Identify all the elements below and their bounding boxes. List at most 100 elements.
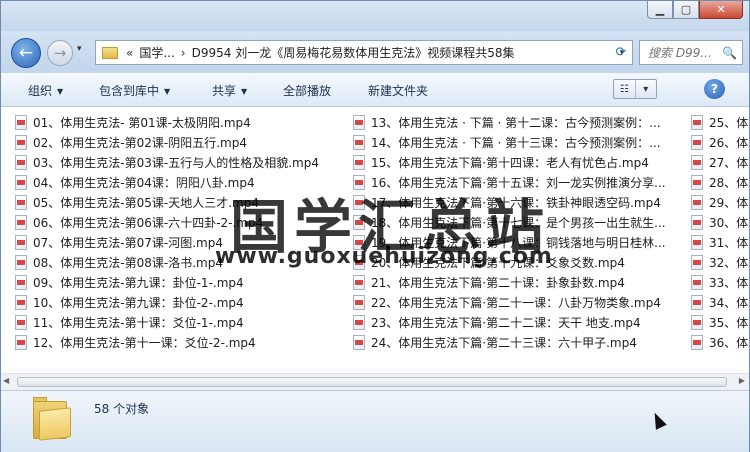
file-item[interactable]: 32、体 — [691, 252, 749, 272]
file-item[interactable]: 07、体用生克法-第07课-河图.mp4 — [15, 232, 337, 252]
file-item[interactable]: 26、体 — [691, 132, 749, 152]
help-button[interactable]: ? — [704, 79, 725, 99]
back-button[interactable]: ← — [11, 38, 41, 68]
file-item[interactable]: 22、体用生克法下篇·第二十一课：八卦万物类象.mp4 — [353, 292, 683, 312]
close-button[interactable]: ✕ — [699, 1, 743, 19]
play-all-button[interactable]: 全部播放 — [283, 82, 331, 99]
video-file-icon — [353, 274, 365, 290]
file-item[interactable]: 06、体用生克法-第06课-六十四卦-2-.mp4 — [15, 212, 337, 232]
file-name: 16、体用生克法下篇·第十五课：刘一龙实例推演分享... — [371, 175, 666, 190]
file-item[interactable]: 25、体 — [691, 112, 749, 132]
refresh-button[interactable]: ⟳ — [609, 40, 633, 65]
file-name: 13、体用生克法 · 下篇 · 第十二课：古今预测案例：... — [371, 115, 661, 130]
file-item[interactable]: 19、体用生克法下篇·第十八课：铜钱落地与明日桂林... — [353, 232, 683, 252]
view-options-icon: ☷ — [614, 80, 636, 98]
file-item[interactable]: 23、体用生克法下篇·第二十二课：天干 地支.mp4 — [353, 312, 683, 332]
file-name: 21、体用生克法下篇·第二十课：卦象卦数.mp4 — [371, 275, 625, 290]
file-item[interactable]: 27、体 — [691, 152, 749, 172]
item-count: 58 个对象 — [94, 402, 150, 416]
file-name: 22、体用生克法下篇·第二十一课：八卦万物类象.mp4 — [371, 295, 661, 310]
video-file-icon — [15, 194, 27, 210]
folder-icon — [102, 46, 118, 59]
video-file-icon — [15, 214, 27, 230]
file-item[interactable]: 13、体用生克法 · 下篇 · 第十二课：古今预测案例：... — [353, 112, 683, 132]
address-bar[interactable]: « 国学... › D9954 刘一龙《周易梅花易数体用生克法》视频课程共58集… — [95, 40, 633, 65]
file-name: 01、体用生克法- 第01课-太极阴阳.mp4 — [33, 115, 251, 130]
dropdown-arrow-icon: ▼ — [241, 87, 248, 96]
video-file-icon — [691, 174, 703, 190]
recent-pages-button[interactable]: ▾ — [77, 44, 82, 54]
file-item[interactable]: 24、体用生克法下篇·第二十三课：六十甲子.mp4 — [353, 332, 683, 352]
file-name: 20、体用生克法下篇·第十九课：爻象爻数.mp4 — [371, 255, 625, 270]
file-item[interactable]: 29、体 — [691, 192, 749, 212]
scroll-right-icon[interactable]: ▶ — [739, 376, 745, 385]
file-name: 08、体用生克法-第08课-洛书.mp4 — [33, 255, 223, 270]
video-file-icon — [691, 234, 703, 250]
organize-menu[interactable]: 组织 ▼ — [28, 82, 63, 99]
file-name: 34、体 — [709, 295, 749, 310]
breadcrumb-segment[interactable]: 国学... — [139, 44, 174, 61]
minimize-button[interactable]: ▁ — [647, 1, 673, 19]
file-name: 14、体用生克法 · 下篇 · 第十三课：古今预测案例：... — [371, 135, 661, 150]
file-item[interactable]: 15、体用生克法下篇·第十四课：老人有忧色占.mp4 — [353, 152, 683, 172]
file-item[interactable]: 02、体用生克法-第02课-阴阳五行.mp4 — [15, 132, 337, 152]
file-name: 31、体 — [709, 235, 749, 250]
refresh-icon: ⟳ — [615, 45, 627, 60]
file-item[interactable]: 31、体 — [691, 232, 749, 252]
video-file-icon — [15, 274, 27, 290]
file-name: 26、体 — [709, 135, 749, 150]
dropdown-arrow-icon: ▼ — [164, 87, 171, 96]
breadcrumb-segment-current[interactable]: D9954 刘一龙《周易梅花易数体用生克法》视频课程共58集 — [192, 44, 515, 61]
file-item[interactable]: 12、体用生克法-第十一课：爻位-2-.mp4 — [15, 332, 337, 352]
search-icon[interactable]: 🔍 — [722, 46, 737, 60]
file-item[interactable]: 04、体用生克法-第04课：阴阳八卦.mp4 — [15, 172, 337, 192]
file-column-2: 13、体用生克法 · 下篇 · 第十二课：古今预测案例：... 14、体用生克法 … — [353, 112, 683, 352]
scroll-left-icon[interactable]: ◀ — [3, 376, 9, 385]
file-item[interactable]: 09、体用生克法-第九课：卦位-1-.mp4 — [15, 272, 337, 292]
file-item[interactable]: 08、体用生克法-第08课-洛书.mp4 — [15, 252, 337, 272]
file-item[interactable]: 28、体 — [691, 172, 749, 192]
file-item[interactable]: 05、体用生克法-第05课-天地人三才.mp4 — [15, 192, 337, 212]
share-menu[interactable]: 共享 ▼ — [212, 82, 247, 99]
include-in-library-menu[interactable]: 包含到库中 ▼ — [99, 82, 170, 99]
video-file-icon — [353, 114, 365, 130]
breadcrumb-separator-icon[interactable]: › — [181, 46, 186, 60]
file-item[interactable]: 18、体用生克法下篇·第十七课：是个男孩一出生就生... — [353, 212, 683, 232]
horizontal-scrollbar[interactable]: ◀ ▶ — [1, 373, 749, 390]
maximize-button[interactable]: ▢ — [673, 1, 699, 19]
file-item[interactable]: 01、体用生克法- 第01课-太极阴阳.mp4 — [15, 112, 337, 132]
forward-button[interactable]: → — [47, 40, 73, 66]
address-overflow-chevron[interactable]: « — [126, 46, 133, 60]
file-item[interactable]: 36、体 — [691, 332, 749, 352]
file-item[interactable]: 21、体用生克法下篇·第二十课：卦象卦数.mp4 — [353, 272, 683, 292]
video-file-icon — [15, 254, 27, 270]
file-name: 09、体用生克法-第九课：卦位-1-.mp4 — [33, 275, 244, 290]
file-item[interactable]: 30、体 — [691, 212, 749, 232]
new-folder-button[interactable]: 新建文件夹 — [368, 82, 428, 99]
file-item[interactable]: 33、体 — [691, 272, 749, 292]
file-name: 17、体用生克法下篇·第十六课：铁卦神眼透空码.mp4 — [371, 195, 661, 210]
details-pane: 58 个对象 — [1, 390, 749, 452]
forward-arrow-icon: → — [53, 44, 67, 62]
file-item[interactable]: 10、体用生克法-第九课：卦位-2-.mp4 — [15, 292, 337, 312]
file-item[interactable]: 34、体 — [691, 292, 749, 312]
file-name: 12、体用生克法-第十一课：爻位-2-.mp4 — [33, 335, 256, 350]
file-item[interactable]: 35、体 — [691, 312, 749, 332]
file-item[interactable]: 17、体用生克法下篇·第十六课：铁卦神眼透空码.mp4 — [353, 192, 683, 212]
view-dropdown-icon[interactable]: ▾ — [636, 80, 657, 98]
search-input[interactable] — [648, 45, 722, 60]
file-item[interactable]: 20、体用生克法下篇·第十九课：爻象爻数.mp4 — [353, 252, 683, 272]
file-name: 29、体 — [709, 195, 749, 210]
file-name: 11、体用生克法-第十课：爻位-1-.mp4 — [33, 315, 244, 330]
change-view-button[interactable]: ☷ ▾ — [613, 79, 657, 99]
file-name: 15、体用生克法下篇·第十四课：老人有忧色占.mp4 — [371, 155, 649, 170]
scrollbar-thumb[interactable] — [17, 377, 727, 387]
organize-label: 组织 — [28, 84, 53, 98]
video-file-icon — [353, 234, 365, 250]
search-box[interactable]: 🔍 — [639, 40, 743, 65]
file-item[interactable]: 11、体用生克法-第十课：爻位-1-.mp4 — [15, 312, 337, 332]
file-item[interactable]: 14、体用生克法 · 下篇 · 第十三课：古今预测案例：... — [353, 132, 683, 152]
file-item[interactable]: 16、体用生克法下篇·第十五课：刘一龙实例推演分享... — [353, 172, 683, 192]
video-file-icon — [353, 314, 365, 330]
file-item[interactable]: 03、体用生克法-第03课-五行与人的性格及相貌.mp4 — [15, 152, 337, 172]
